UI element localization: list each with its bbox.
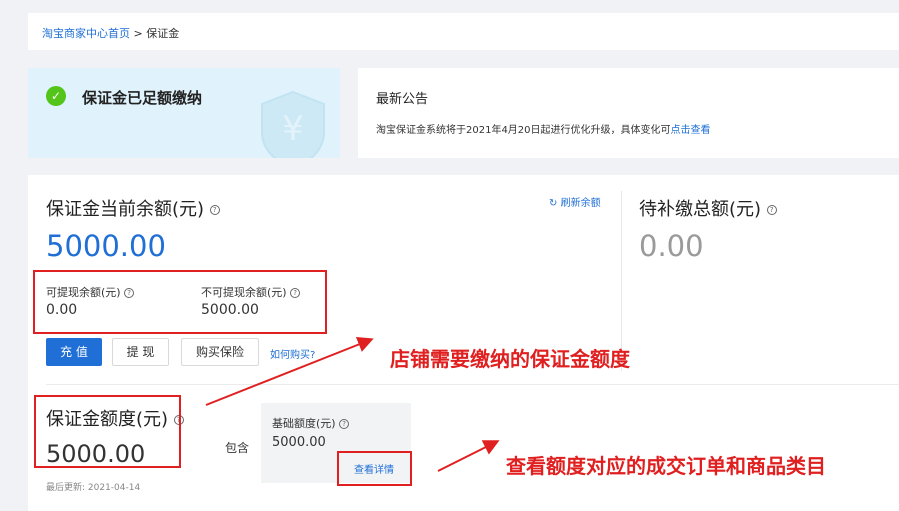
annotation-arrow-1 (205, 336, 374, 406)
annotation-arrows (205, 336, 500, 472)
annotation-arrow-2 (437, 440, 500, 472)
annotation-text-1: 店铺需要缴纳的保证金额度 (390, 347, 630, 371)
annotation-text-2: 查看额度对应的成交订单和商品类目 (506, 454, 826, 478)
